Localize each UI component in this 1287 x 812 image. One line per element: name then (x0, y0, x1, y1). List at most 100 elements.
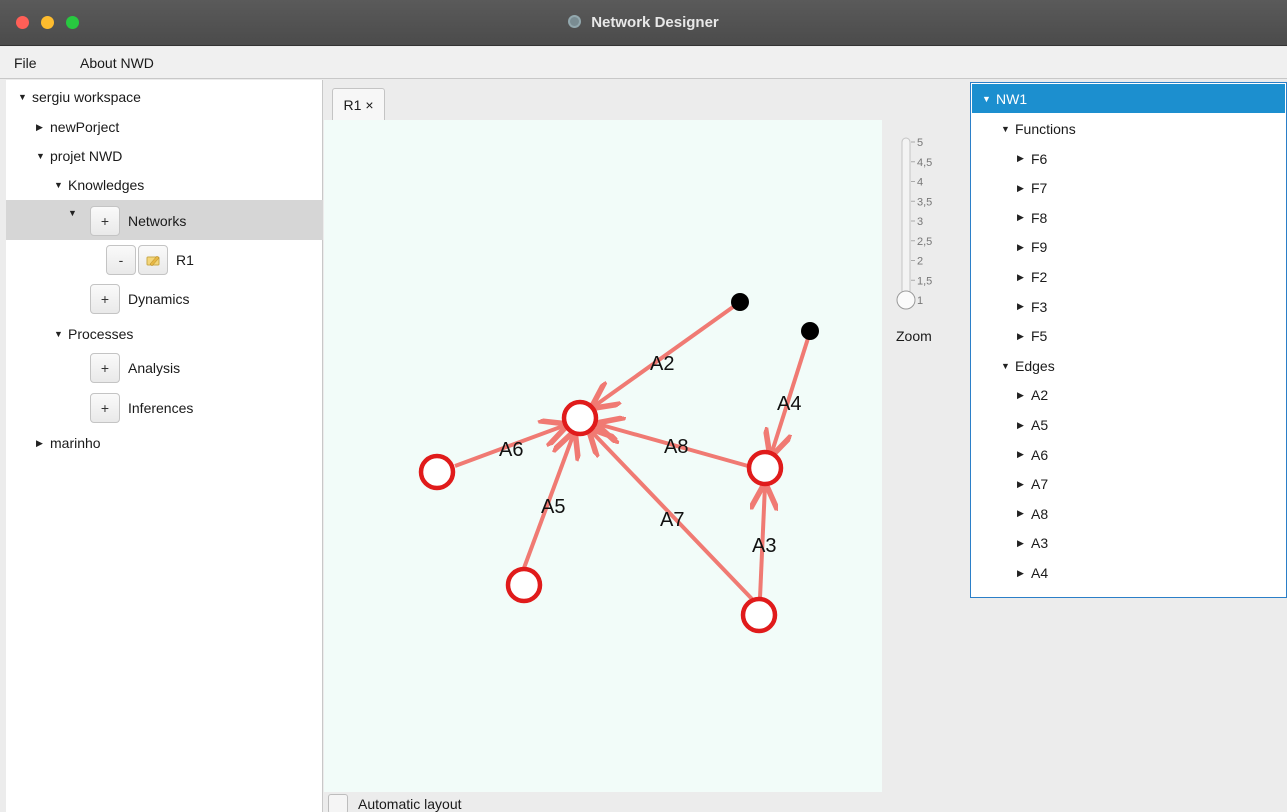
tree-item-label: F3 (1031, 298, 1048, 315)
tree-item-function[interactable]: ▶ F3 (1017, 293, 1047, 321)
tab-label: R1 (343, 96, 362, 113)
menu-file[interactable]: File (14, 55, 37, 71)
collapsed-triangle-icon[interactable]: ▶ (36, 438, 50, 449)
edit-network-button[interactable] (138, 245, 168, 275)
expanded-triangle-icon[interactable]: ▼ (68, 208, 82, 218)
tree-item-edge[interactable]: ▶ A8 (1017, 500, 1048, 528)
tree-item-project[interactable]: ▶ newPorject (36, 113, 119, 141)
source-node[interactable] (731, 293, 749, 311)
tree-item-edge[interactable]: ▶ A4 (1017, 559, 1048, 587)
tree-item-label: Dynamics (128, 291, 190, 307)
collapsed-triangle-icon[interactable]: ▶ (1017, 301, 1031, 312)
tree-item-function[interactable]: ▶ F9 (1017, 233, 1047, 261)
automatic-layout-toggle[interactable]: Automatic layout (328, 794, 462, 812)
tree-item-edge[interactable]: ▶ A2 (1017, 381, 1048, 409)
tree-item-analysis[interactable]: + Analysis (90, 353, 180, 383)
tree-item-edge[interactable]: ▶ A7 (1017, 470, 1048, 498)
edge-label: A3 (752, 535, 776, 557)
edge-label: A2 (650, 353, 674, 375)
collapsed-triangle-icon[interactable]: ▶ (1017, 479, 1031, 490)
collapsed-triangle-icon[interactable]: ▶ (1017, 568, 1031, 579)
collapsed-triangle-icon[interactable]: ▶ (1017, 153, 1031, 164)
tree-item-label: Analysis (128, 360, 181, 376)
tree-item-edge[interactable]: ▶ A5 (1017, 411, 1048, 439)
tree-item-edges[interactable]: ▼ Edges (1001, 352, 1055, 380)
tree-item-processes[interactable]: ▼ Processes (54, 320, 133, 348)
title-bar: Network Designer (0, 0, 1287, 46)
collapsed-triangle-icon[interactable]: ▶ (1017, 212, 1031, 223)
tree-item-function[interactable]: ▶ F2 (1017, 263, 1047, 291)
tree-item-label: A5 (1031, 417, 1049, 433)
tree-item-label: Processes (68, 326, 134, 342)
tree-item-knowledges[interactable]: ▼ Knowledges (54, 171, 144, 199)
tree-item-project[interactable]: ▶ marinho (36, 429, 101, 457)
network-tree: ▼ NW1 ▼ Functions ▶ F6 ▶ F7 ▶ F8 ▶ F9 ▶ F2 ▶ F3 ▶ F5 ▼ Ed… (970, 82, 1287, 598)
collapsed-triangle-icon[interactable]: ▶ (1017, 449, 1031, 460)
collapsed-triangle-icon[interactable]: ▶ (1017, 420, 1031, 431)
tree-item-label: A7 (1031, 476, 1049, 493)
expanded-triangle-icon[interactable]: ▼ (1001, 361, 1015, 371)
tree-item-r1[interactable]: - R1 (106, 245, 194, 275)
collapsed-triangle-icon[interactable]: ▶ (1017, 538, 1031, 549)
tree-item-dynamics[interactable]: + Dynamics (90, 284, 189, 314)
tab-close-icon[interactable]: × (365, 97, 373, 113)
zoom-tick-label: 3,5 (917, 196, 932, 208)
zoom-track[interactable] (901, 137, 911, 307)
network-canvas[interactable]: A2 A4 A6 A8 A5 A7 A3 (324, 120, 882, 792)
tree-item-function[interactable]: ▶ F8 (1017, 204, 1047, 232)
remove-network-button[interactable]: - (106, 245, 136, 275)
tree-item-label: A8 (1031, 505, 1049, 522)
tree-item-project[interactable]: ▼ projet NWD (36, 142, 122, 170)
tree-item-label: F6 (1031, 150, 1048, 167)
tree-item-workspace[interactable]: ▼ sergiu workspace (18, 83, 141, 111)
menu-about[interactable]: About NWD (80, 55, 154, 71)
zoom-thumb[interactable] (896, 290, 916, 310)
edge-label: A7 (660, 509, 684, 531)
source-node[interactable] (801, 322, 819, 340)
tree-item-label: F8 (1031, 209, 1048, 226)
automatic-layout-label: Automatic layout (358, 796, 462, 812)
tree-item-function[interactable]: ▶ F6 (1017, 145, 1047, 173)
collapsed-triangle-icon[interactable]: ▶ (1017, 508, 1031, 519)
collapsed-triangle-icon[interactable]: ▶ (36, 122, 50, 133)
tree-item-edge[interactable]: ▶ A6 (1017, 441, 1048, 469)
node[interactable] (561, 399, 599, 437)
tree-item-label: A4 (1031, 565, 1049, 581)
tree-item-functions[interactable]: ▼ Functions (1001, 115, 1076, 143)
node[interactable] (505, 566, 543, 604)
node[interactable] (418, 453, 456, 491)
collapsed-triangle-icon[interactable]: ▶ (1017, 272, 1031, 283)
expanded-triangle-icon[interactable]: ▼ (1001, 124, 1015, 134)
node[interactable] (746, 449, 784, 487)
zoom-panel: 5 4,5 4 3,5 3 2,5 2 1,5 1 Zoom (882, 120, 969, 792)
tree-item-function[interactable]: ▶ F7 (1017, 174, 1047, 202)
tree-item-function[interactable]: ▶ F5 (1017, 322, 1047, 350)
add-dynamics-button[interactable]: + (90, 284, 120, 314)
network-graph[interactable]: A2 A4 A6 A8 A5 A7 A3 (324, 120, 882, 792)
collapsed-triangle-icon[interactable]: ▶ (1017, 331, 1031, 342)
collapsed-triangle-icon[interactable]: ▶ (1017, 183, 1031, 194)
tab-r1[interactable]: R1 × (332, 88, 385, 120)
tree-item-networks[interactable]: ▼ + Networks (68, 206, 186, 236)
expanded-triangle-icon[interactable]: ▼ (36, 151, 50, 161)
add-network-button[interactable]: + (90, 206, 120, 236)
tree-item-edge[interactable]: ▶ A3 (1017, 529, 1048, 557)
node[interactable] (740, 596, 778, 634)
zoom-tick-label: 4 (917, 177, 923, 189)
automatic-layout-checkbox[interactable] (328, 794, 348, 812)
add-analysis-button[interactable]: + (90, 353, 120, 383)
add-inferences-button[interactable]: + (90, 393, 120, 423)
zoom-slider[interactable]: 5 4,5 4 3,5 3 2,5 2 1,5 1 (882, 120, 969, 350)
expanded-triangle-icon[interactable]: ▼ (18, 92, 32, 102)
tree-item-inferences[interactable]: + Inferences (90, 393, 193, 423)
tree-item-nw1[interactable]: ▼ NW1 (972, 84, 1285, 113)
collapsed-triangle-icon[interactable]: ▶ (1017, 390, 1031, 401)
expanded-triangle-icon[interactable]: ▼ (54, 180, 68, 190)
collapsed-triangle-icon[interactable]: ▶ (1017, 242, 1031, 253)
tree-item-label: sergiu workspace (32, 89, 141, 105)
expanded-triangle-icon[interactable]: ▼ (54, 329, 68, 339)
tree-item-label: Networks (128, 213, 187, 229)
expanded-triangle-icon[interactable]: ▼ (982, 94, 996, 104)
tree-item-label: R1 (176, 252, 194, 268)
tree-item-label: Edges (1015, 357, 1055, 374)
